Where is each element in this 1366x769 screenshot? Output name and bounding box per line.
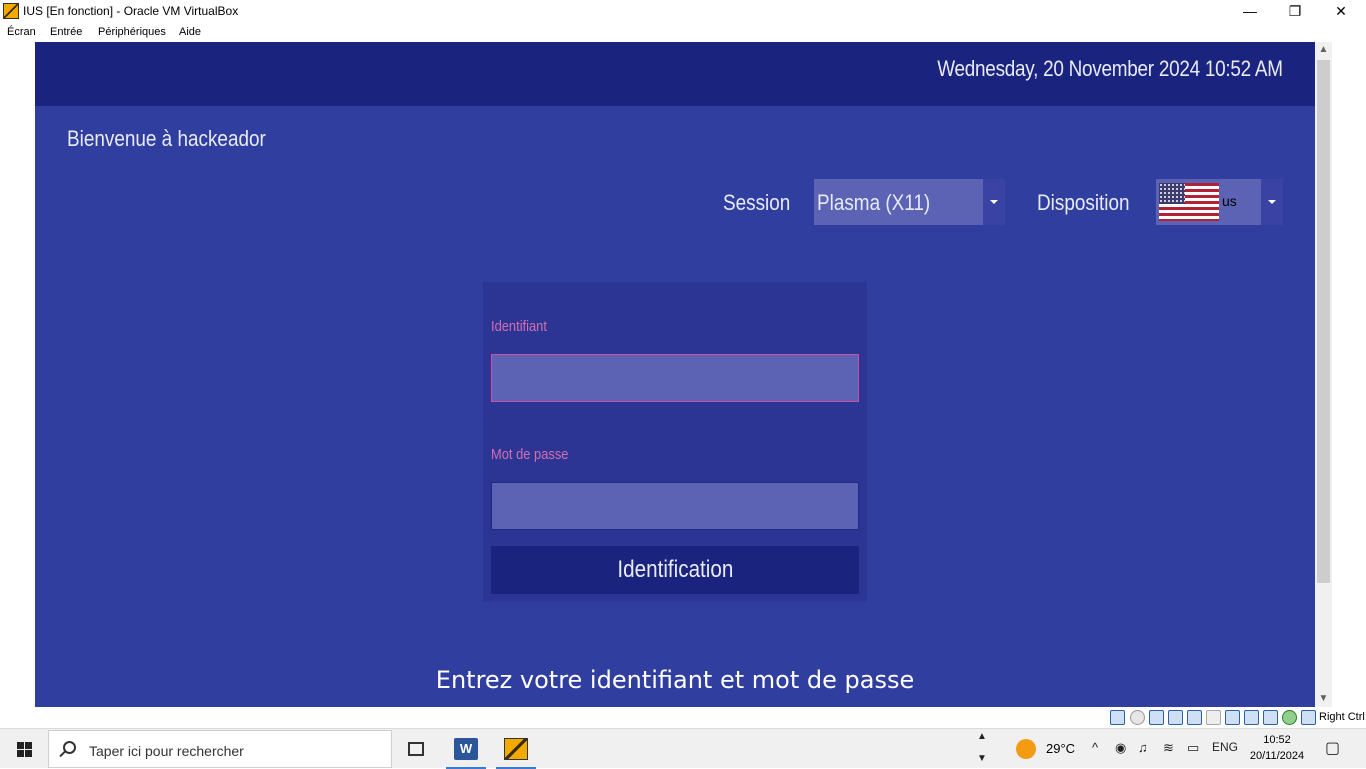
taskbar-search[interactable]: Taper ici pour rechercher — [48, 730, 392, 768]
close-button[interactable]: ✕ — [1318, 0, 1364, 22]
session-label: Session — [723, 190, 791, 215]
task-view-icon — [408, 742, 424, 756]
taskbar-word[interactable]: W — [444, 729, 488, 769]
network-icon[interactable] — [1168, 710, 1183, 725]
session-select[interactable]: Plasma (X11) — [814, 179, 1005, 225]
display-icon[interactable] — [1225, 710, 1240, 725]
menu-entree[interactable]: Entrée — [50, 26, 82, 38]
virtualbox-icon — [504, 738, 528, 760]
word-icon: W — [454, 738, 478, 760]
session-dropdown-button[interactable] — [983, 179, 1005, 225]
session-value: Plasma (X11) — [817, 190, 931, 215]
taskbar-scroll-down-icon[interactable]: ▼ — [977, 753, 987, 764]
meet-now-icon[interactable]: ◉ — [1115, 740, 1126, 756]
username-label: Identifiant — [491, 318, 547, 335]
vbox-statusbar: Right Ctrl — [0, 707, 1366, 728]
windows-logo-icon — [17, 742, 32, 757]
wifi-icon[interactable]: ≋ — [1163, 740, 1174, 756]
welcome-text: Bienvenue à hackeador — [67, 126, 266, 151]
taskbar-time: 10:52 — [1263, 734, 1291, 746]
search-placeholder: Taper ici pour rechercher — [89, 743, 244, 759]
chevron-down-icon — [990, 200, 998, 204]
window-titlebar: IUS [En fonction] - Oracle VM VirtualBox… — [0, 0, 1366, 22]
notifications-icon[interactable]: ▢ — [1325, 738, 1340, 758]
login-button-label: Identification — [617, 556, 733, 583]
menu-peripheriques[interactable]: Périphériques — [98, 26, 166, 38]
mouse-integration-icon[interactable] — [1282, 710, 1297, 725]
login-message: Entrez votre identifiant et mot de passe — [435, 666, 915, 694]
password-label: Mot de passe — [491, 446, 569, 463]
restore-button[interactable]: ❐ — [1272, 0, 1318, 22]
search-icon — [63, 741, 76, 754]
login-button[interactable]: Identification — [491, 546, 859, 594]
menubar: Écran Entrée Périphériques Aide — [0, 22, 1366, 42]
virtualbox-app-icon — [3, 3, 19, 19]
taskbar-virtualbox[interactable] — [494, 729, 538, 769]
usb-icon[interactable] — [1187, 710, 1202, 725]
windows-taskbar: Taper ici pour rechercher W ▲ ▼ 29°C ^ ◉… — [0, 728, 1366, 769]
menu-ecran[interactable]: Écran — [7, 26, 36, 38]
language-indicator[interactable]: ENG — [1212, 740, 1238, 754]
layout-dropdown-button[interactable] — [1261, 179, 1283, 225]
taskbar-scroll-up-icon[interactable]: ▲ — [977, 731, 987, 742]
us-flag-icon — [1159, 183, 1219, 221]
greeter-clock: Wednesday, 20 November 2024 10:52 AM — [937, 56, 1283, 81]
menu-aide[interactable]: Aide — [179, 26, 201, 38]
start-button[interactable] — [0, 729, 48, 769]
scroll-down-icon[interactable]: ▼ — [1315, 691, 1332, 707]
virtualization-icon[interactable] — [1263, 710, 1278, 725]
username-input[interactable] — [491, 354, 859, 402]
volume-icon[interactable]: ♫ — [1138, 740, 1148, 755]
login-panel: Identifiant Mot de passe Identification — [483, 282, 867, 602]
audio-icon[interactable] — [1149, 710, 1164, 725]
chevron-down-icon — [1268, 200, 1276, 204]
scrollbar-thumb[interactable] — [1317, 60, 1330, 583]
greeter-topbar: Wednesday, 20 November 2024 10:52 AM — [35, 42, 1315, 106]
display-projection-icon[interactable]: ▭ — [1187, 740, 1199, 756]
layout-label: Disposition — [1037, 190, 1130, 215]
optical-drive-icon[interactable] — [1130, 710, 1145, 725]
minimize-button[interactable]: — — [1227, 0, 1273, 22]
taskbar-clock[interactable]: 10:52 20/11/2024 — [1249, 732, 1305, 764]
keyboard-layout-select[interactable]: us — [1156, 179, 1283, 225]
weather-icon[interactable] — [1016, 739, 1036, 759]
layout-value: us — [1222, 193, 1237, 209]
weather-temperature[interactable]: 29°C — [1046, 741, 1075, 756]
hard-disk-icon[interactable] — [1110, 710, 1125, 725]
scroll-up-icon[interactable]: ▲ — [1315, 42, 1332, 58]
show-hidden-icons-icon[interactable]: ^ — [1092, 740, 1098, 755]
host-key-label: Right Ctrl — [1319, 711, 1365, 723]
vertical-scrollbar[interactable]: ▲ ▼ — [1315, 42, 1332, 707]
recording-icon[interactable] — [1244, 710, 1259, 725]
vm-display[interactable]: Wednesday, 20 November 2024 10:52 AM Bie… — [35, 42, 1315, 707]
keyboard-capture-icon[interactable] — [1301, 710, 1316, 725]
password-input[interactable] — [491, 482, 859, 530]
task-view-button[interactable] — [394, 729, 438, 769]
shared-folders-icon[interactable] — [1206, 710, 1221, 725]
taskbar-date: 20/11/2024 — [1249, 750, 1305, 762]
window-title: IUS [En fonction] - Oracle VM VirtualBox — [23, 4, 239, 18]
